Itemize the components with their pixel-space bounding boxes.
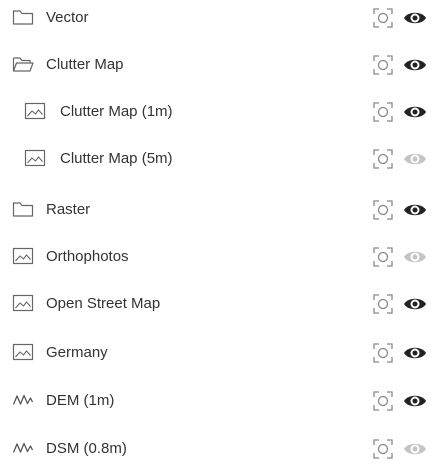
image-icon bbox=[24, 149, 46, 167]
zoom-to-layer-icon[interactable] bbox=[372, 438, 394, 460]
elevation-icon bbox=[12, 391, 34, 409]
folder-icon bbox=[12, 200, 34, 218]
image-icon bbox=[24, 102, 46, 120]
elevation-icon bbox=[12, 439, 34, 457]
zoom-to-layer-icon[interactable] bbox=[372, 148, 394, 170]
layer-label: Germany bbox=[46, 344, 108, 361]
zoom-to-layer-icon[interactable] bbox=[372, 342, 394, 364]
visibility-eye-icon[interactable] bbox=[403, 7, 427, 29]
visibility-eye-icon[interactable] bbox=[403, 390, 427, 412]
visibility-eye-icon[interactable] bbox=[403, 148, 427, 170]
zoom-to-layer-icon[interactable] bbox=[372, 199, 394, 221]
zoom-to-layer-icon[interactable] bbox=[372, 293, 394, 315]
zoom-to-layer-icon[interactable] bbox=[372, 7, 394, 29]
layer-label: Orthophotos bbox=[46, 248, 129, 265]
visibility-eye-icon[interactable] bbox=[403, 342, 427, 364]
layer-row-orthophotos[interactable]: Orthophotos bbox=[0, 241, 436, 273]
zoom-to-layer-icon[interactable] bbox=[372, 101, 394, 123]
zoom-to-layer-icon[interactable] bbox=[372, 54, 394, 76]
layer-label: Clutter Map (1m) bbox=[60, 103, 173, 120]
layer-row-dem-1m[interactable]: DEM (1m) bbox=[0, 385, 436, 417]
image-icon bbox=[12, 247, 34, 265]
layer-label: Clutter Map (5m) bbox=[60, 150, 173, 167]
layer-row-dsm-0-8m[interactable]: DSM (0.8m) bbox=[0, 433, 436, 465]
image-icon bbox=[12, 294, 34, 312]
layer-row-raster[interactable]: Raster bbox=[0, 194, 436, 226]
layer-label: Vector bbox=[46, 9, 89, 26]
layer-label: DSM (0.8m) bbox=[46, 440, 127, 457]
image-icon bbox=[12, 343, 34, 361]
layer-row-clutter-map-1m[interactable]: Clutter Map (1m) bbox=[0, 96, 436, 128]
visibility-eye-icon[interactable] bbox=[403, 199, 427, 221]
layer-row-clutter-map[interactable]: Clutter Map bbox=[0, 49, 436, 81]
layer-label: Open Street Map bbox=[46, 295, 161, 312]
visibility-eye-icon[interactable] bbox=[403, 101, 427, 123]
zoom-to-layer-icon[interactable] bbox=[372, 390, 394, 412]
layer-label: Clutter Map bbox=[46, 56, 124, 73]
visibility-eye-icon[interactable] bbox=[403, 246, 427, 268]
zoom-to-layer-icon[interactable] bbox=[372, 246, 394, 268]
layer-row-vector[interactable]: Vector bbox=[0, 2, 436, 34]
visibility-eye-icon[interactable] bbox=[403, 293, 427, 315]
folder-open-icon bbox=[12, 55, 34, 73]
layer-list: Vector Clutter Map Clutter Map (1m) Clut… bbox=[0, 0, 436, 472]
layer-label: Raster bbox=[46, 201, 91, 218]
layer-row-clutter-map-5m[interactable]: Clutter Map (5m) bbox=[0, 143, 436, 175]
layer-row-open-street-map[interactable]: Open Street Map bbox=[0, 288, 436, 320]
layer-row-germany[interactable]: Germany bbox=[0, 337, 436, 369]
visibility-eye-icon[interactable] bbox=[403, 438, 427, 460]
visibility-eye-icon[interactable] bbox=[403, 54, 427, 76]
folder-icon bbox=[12, 8, 34, 26]
layer-label: DEM (1m) bbox=[46, 392, 115, 409]
